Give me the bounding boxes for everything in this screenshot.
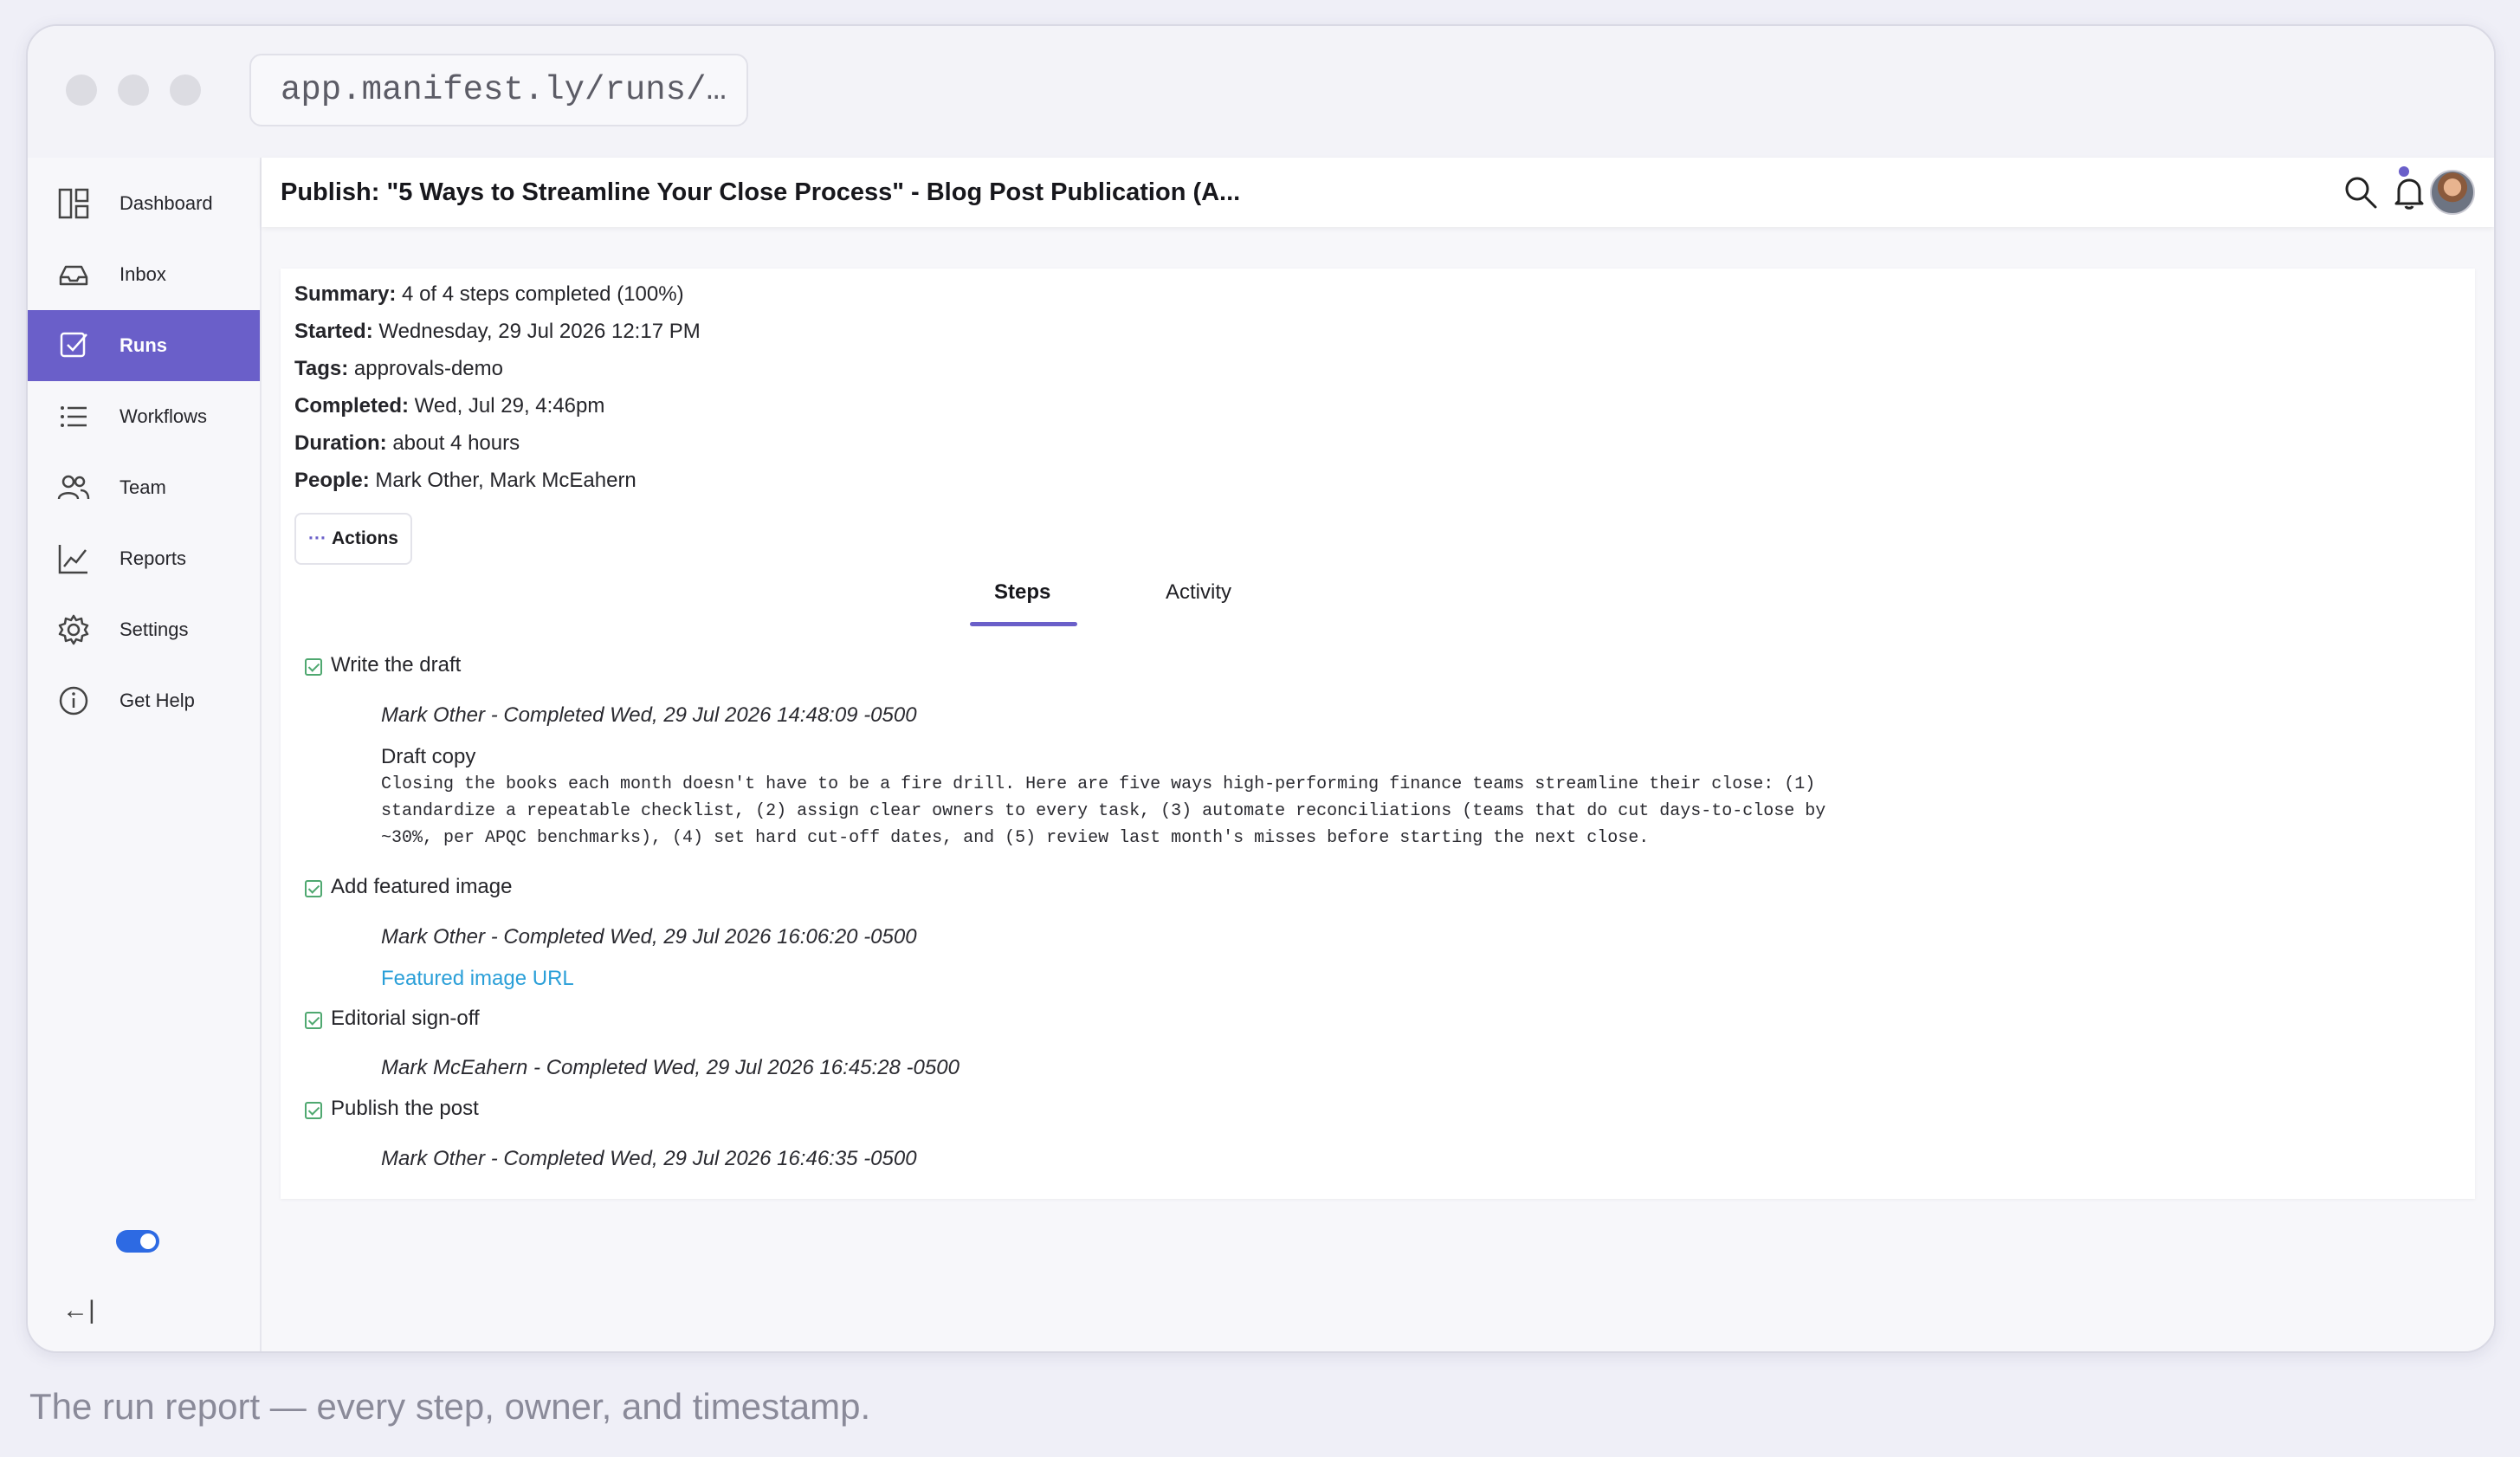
avatar[interactable] [2430,170,2475,215]
sidebar-item-workflows[interactable]: Workflows [28,381,260,452]
main-content: Publish: "5 Ways to Streamline Your Clos… [262,158,2494,1351]
sidebar-item-label: Get Help [120,690,195,711]
tab-steps[interactable]: Steps [994,580,1050,605]
check-icon [305,658,322,676]
check-icon [305,880,322,897]
summary-line: Summary: 4 of 4 steps completed (100%) [294,282,684,306]
step-title[interactable]: Publish the post [331,1097,479,1121]
completed-line: Completed: Wed, Jul 29, 4:46pm [294,394,605,418]
browser-chrome: app.manifest.ly/runs/… [28,26,2494,159]
sidebar-item-reports[interactable]: Reports [28,523,260,594]
step-completion: Mark Other - Completed Wed, 29 Jul 2026 … [381,925,917,949]
active-tab-indicator [970,622,1077,626]
sidebar-item-team[interactable]: Team [28,452,260,523]
more-dots-icon: ··· [308,528,326,548]
address-bar[interactable]: app.manifest.ly/runs/… [249,54,748,126]
featured-image-link[interactable]: Featured image URL [381,967,574,991]
step-completion: Mark McEahern - Completed Wed, 29 Jul 20… [381,1056,960,1079]
field-text: Closing the books each month doesn't hav… [381,774,1826,848]
people-line: People: Mark Other, Mark McEahern [294,469,636,492]
sidebar: Dashboard Inbox Runs Workflows Team Repo… [28,158,262,1351]
sidebar-item-label: Team [120,476,166,498]
gear-icon [58,614,89,645]
sidebar-item-label: Settings [120,618,189,640]
step-completion: Mark Other - Completed Wed, 29 Jul 2026 … [381,1147,917,1170]
bell-icon[interactable] [2390,173,2428,211]
field-label: Draft copy [381,745,476,768]
toggle-knob [140,1234,156,1249]
sidebar-item-settings[interactable]: Settings [28,594,260,665]
sidebar-item-dashboard[interactable]: Dashboard [28,168,260,239]
caption: The run report — every step, owner, and … [29,1386,871,1427]
sidebar-item-inbox[interactable]: Inbox [28,239,260,310]
check-icon [305,1102,322,1119]
sidebar-item-label: Runs [120,334,167,356]
search-icon[interactable] [2342,173,2380,211]
chart-icon [58,545,87,574]
info-icon [59,686,88,716]
theme-toggle[interactable] [116,1230,159,1253]
collapse-sidebar-icon[interactable]: ←| [62,1296,95,1325]
list-icon [61,406,87,427]
window-zoom-dot[interactable] [170,74,201,106]
tags-line: Tags: approvals-demo [294,357,503,380]
window-close-dot[interactable] [66,74,97,106]
sidebar-item-label: Reports [120,547,187,569]
run-report-card: Summary: 4 of 4 steps completed (100%) S… [281,269,2475,1199]
top-bar: Publish: "5 Ways to Streamline Your Clos… [262,158,2494,227]
step-title[interactable]: Write the draft [331,653,461,677]
step-title[interactable]: Editorial sign-off [331,1007,480,1031]
actions-button[interactable]: ··· Actions [294,513,412,565]
sidebar-item-get-help[interactable]: Get Help [28,665,260,736]
inbox-icon [59,265,88,286]
page-title: Publish: "5 Ways to Streamline Your Clos… [281,178,1241,206]
sidebar-item-label: Workflows [120,405,208,427]
window-minimize-dot[interactable] [118,74,149,106]
started-line: Started: Wednesday, 29 Jul 2026 12:17 PM [294,320,701,343]
step-completion: Mark Other - Completed Wed, 29 Jul 2026 … [381,703,917,727]
sidebar-item-label: Dashboard [120,192,213,214]
sidebar-item-label: Inbox [120,263,166,285]
duration-line: Duration: about 4 hours [294,431,520,455]
browser-window: app.manifest.ly/runs/… Dashboard Inbox R… [26,24,2496,1353]
notification-dot [2399,166,2409,177]
team-icon [57,475,90,500]
checkbox-icon [60,332,87,358]
step-title[interactable]: Add featured image [331,875,512,899]
dashboard-icon [58,188,89,219]
sidebar-item-runs[interactable]: Runs [28,310,260,381]
check-icon [305,1012,322,1029]
tab-activity[interactable]: Activity [1166,580,1231,605]
